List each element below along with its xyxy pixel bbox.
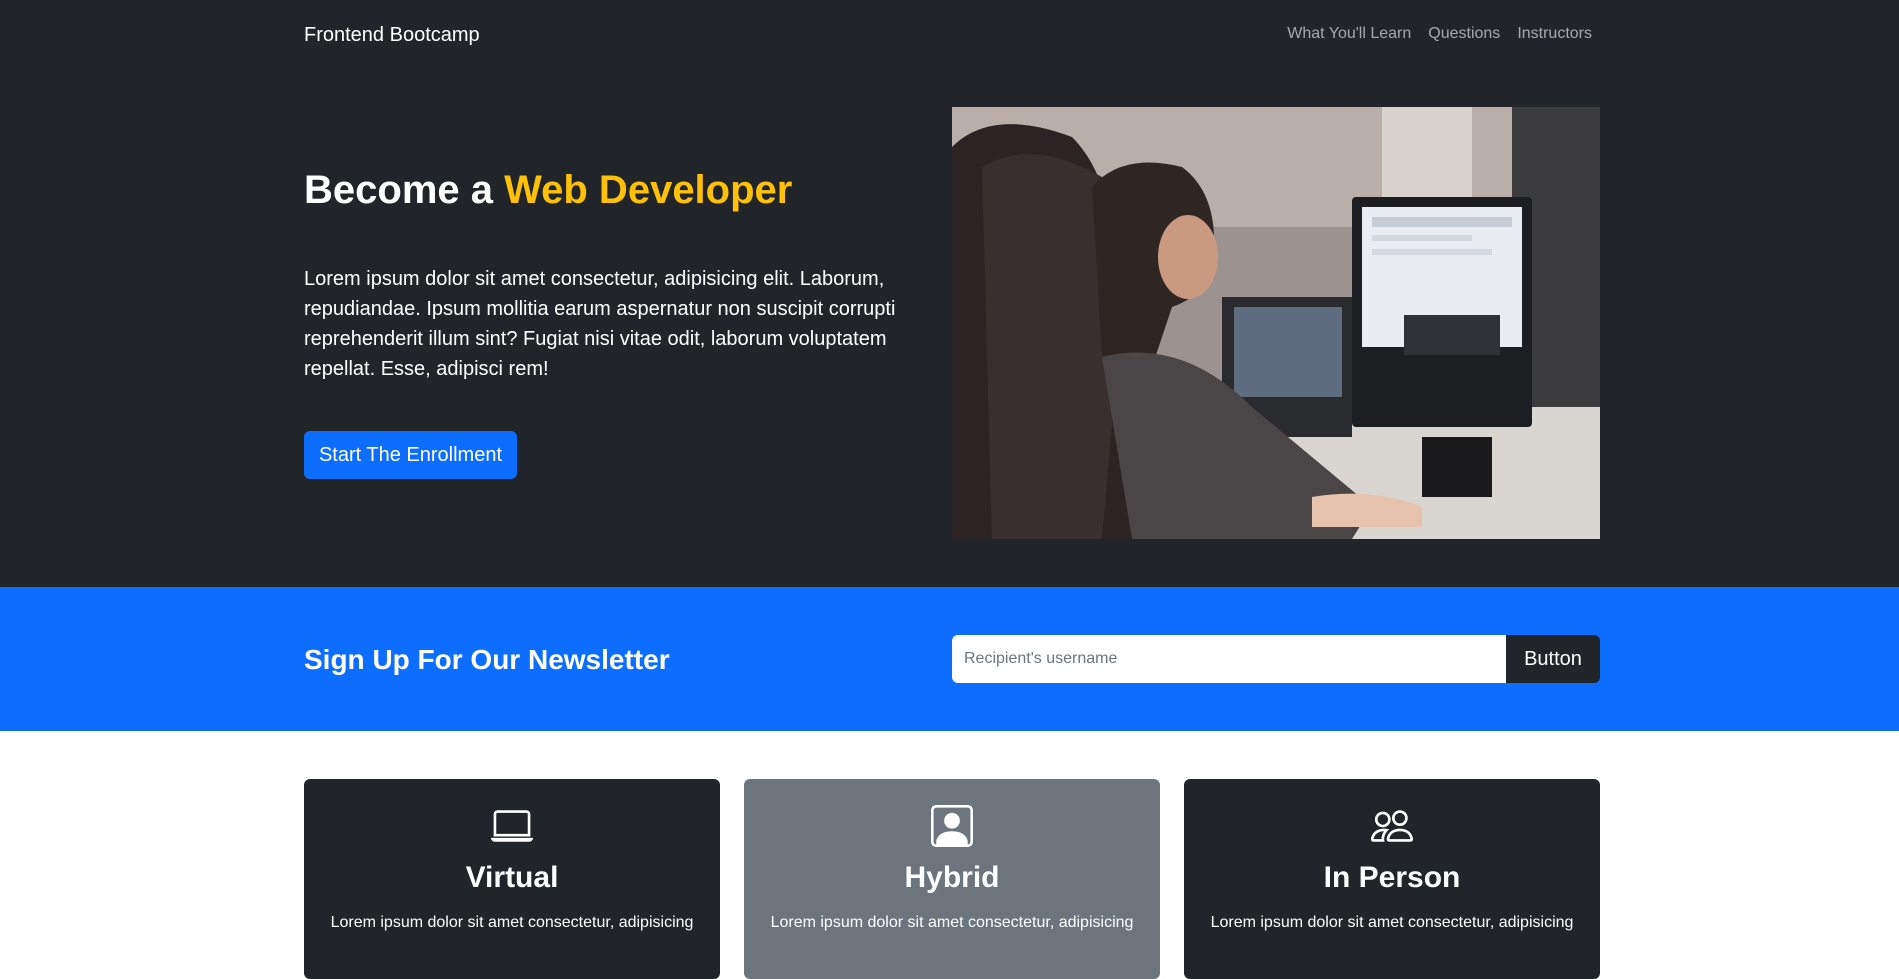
newsletter-submit-button[interactable]: Button (1506, 635, 1600, 683)
people-icon (1184, 805, 1600, 847)
start-enrollment-button[interactable]: Start The Enrollment (304, 431, 517, 479)
brand-link[interactable]: Frontend Bootcamp (304, 24, 480, 47)
nav-link-questions[interactable]: Questions (1428, 25, 1500, 43)
hero-photo-illustration (952, 107, 1600, 539)
card-text: Lorem ipsum dolor sit amet consectetur, … (770, 914, 1134, 931)
laptop-icon (304, 805, 720, 847)
hero-photo (952, 107, 1600, 539)
navbar: Frontend Bootcamp What You'll Learn Ques… (0, 0, 1899, 72)
nav-link-learn[interactable]: What You'll Learn (1287, 25, 1411, 43)
card-in-person: In Person Lorem ipsum dolor sit amet con… (1184, 779, 1600, 979)
hero-text: Lorem ipsum dolor sit amet consectetur, … (304, 268, 896, 380)
hero-title-accent: Web Developer (504, 168, 793, 212)
card-text: Lorem ipsum dolor sit amet consectetur, … (330, 914, 694, 931)
nav-links: What You'll Learn Questions Instructors (1287, 25, 1592, 43)
card-virtual: Virtual Lorem ipsum dolor sit amet conse… (304, 779, 720, 979)
newsletter-title: Sign Up For Our Newsletter (304, 644, 670, 675)
card-title: Hybrid (904, 861, 1000, 894)
card-text: Lorem ipsum dolor sit amet consectetur, … (1210, 914, 1574, 931)
boxes-section: Virtual Lorem ipsum dolor sit amet conse… (0, 731, 1899, 979)
recipient-username-input[interactable] (952, 635, 1506, 683)
card-title: In Person (1323, 861, 1461, 894)
card-hybrid: Hybrid Lorem ipsum dolor sit amet consec… (744, 779, 1160, 979)
hero-title: Become a Web Developer (304, 168, 792, 213)
card-title: Virtual (465, 861, 559, 894)
person-square-icon (744, 805, 1160, 847)
hero-section: Become a Web Developer Lorem ipsum dolor… (0, 72, 1899, 587)
nav-link-instructors[interactable]: Instructors (1517, 25, 1592, 43)
newsletter-section: Sign Up For Our Newsletter Button (0, 587, 1899, 731)
hero-title-prefix: Become a (304, 168, 505, 212)
